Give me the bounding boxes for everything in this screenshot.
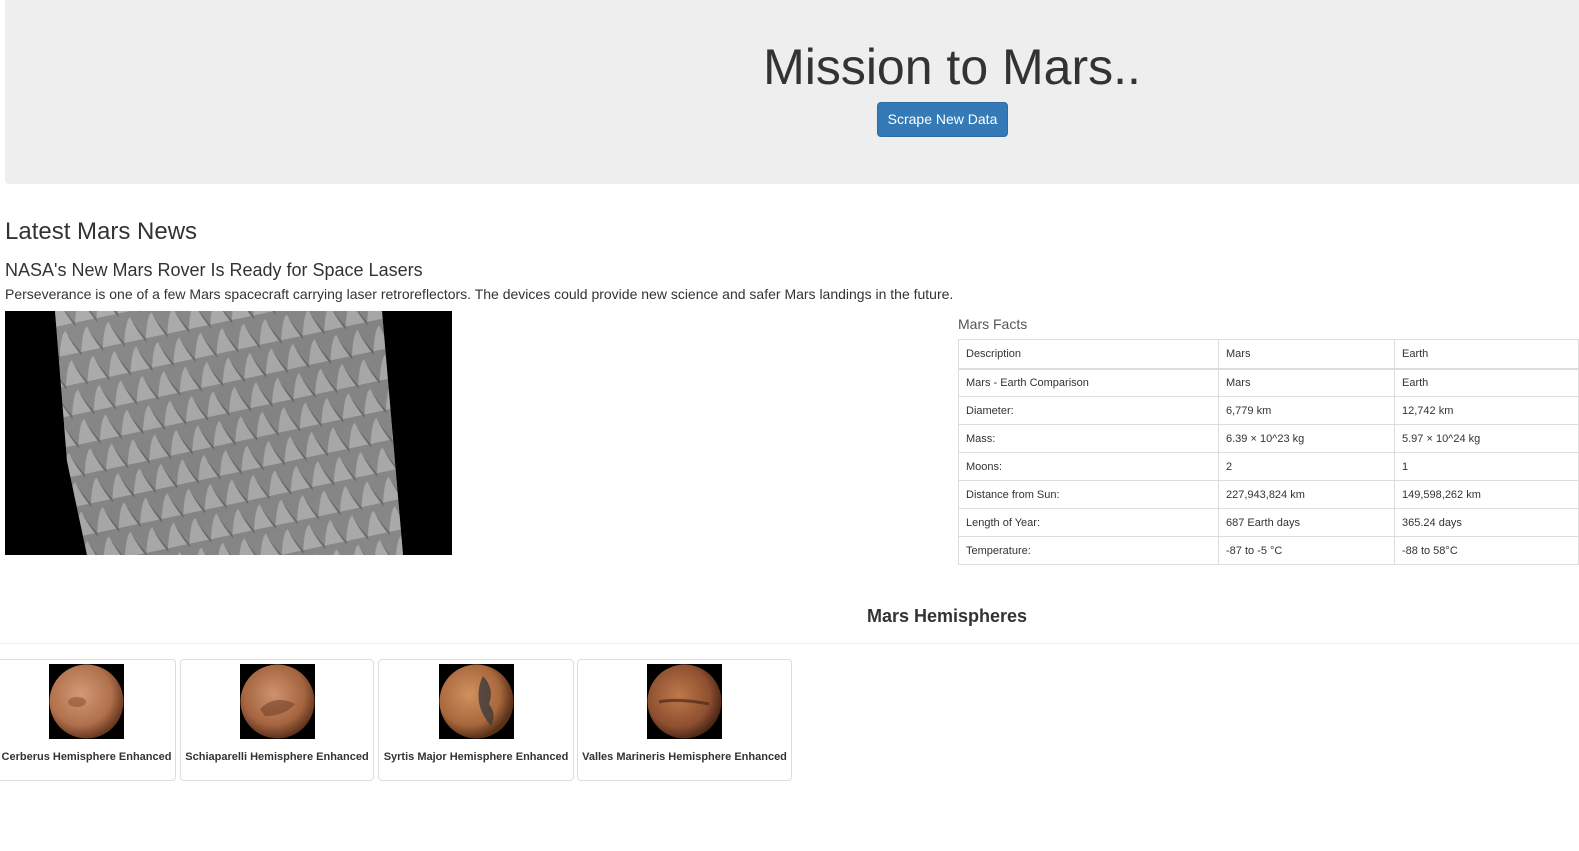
page-title-text: Mission to Mars..	[763, 39, 1141, 95]
table-cell: 5.97 × 10^24 kg	[1394, 424, 1579, 453]
syrtis-major-hemisphere-image[interactable]	[439, 664, 514, 739]
mars-dunes-image	[5, 311, 452, 555]
schiaparelli-hemisphere-image[interactable]	[240, 664, 315, 739]
table-cell: 687 Earth days	[1218, 508, 1395, 537]
column-header: Earth	[1394, 339, 1579, 370]
hemisphere-title[interactable]: Cerberus Hemisphere Enhanced	[0, 751, 175, 763]
table-cell: Mass:	[958, 424, 1219, 453]
table-cell: -88 to 58°C	[1394, 536, 1579, 565]
table-cell: 1	[1394, 452, 1579, 481]
table-row: Length of Year: 687 Earth days 365.24 da…	[958, 508, 1579, 537]
table-row: Mars - Earth Comparison Mars Earth	[958, 368, 1579, 397]
table-cell: Temperature:	[958, 536, 1219, 565]
table-cell: Mars - Earth Comparison	[958, 368, 1219, 397]
mars-hemispheres-heading: Mars Hemispheres	[866, 606, 1028, 626]
jumbotron-header: Mission to Mars..	[5, 0, 1579, 184]
table-header-row: Description Mars Earth	[958, 339, 1579, 370]
table-row: Mass: 6.39 × 10^23 kg 5.97 × 10^24 kg	[958, 424, 1579, 453]
scrape-new-data-button[interactable]: Scrape New Data	[877, 102, 1008, 137]
table-cell: Diameter:	[958, 396, 1219, 425]
table-cell: 149,598,262 km	[1394, 480, 1579, 509]
table-cell: 227,943,824 km	[1218, 480, 1395, 509]
hemisphere-card-syrtis-major[interactable]: Syrtis Major Hemisphere Enhanced	[378, 659, 574, 781]
latest-news-heading: Latest Mars News	[5, 218, 198, 245]
table-cell: Mars	[1218, 368, 1395, 397]
table-cell: 2	[1218, 452, 1395, 481]
hemisphere-title[interactable]: Valles Marineris Hemisphere Enhanced	[578, 751, 791, 763]
hemisphere-title[interactable]: Schiaparelli Hemisphere Enhanced	[181, 751, 373, 763]
table-cell: -87 to -5 °C	[1218, 536, 1395, 565]
news-teaser: Perseverance is one of a few Mars spacec…	[5, 286, 954, 302]
table-cell: 6.39 × 10^23 kg	[1218, 424, 1395, 453]
mars-facts-caption: Mars Facts	[958, 316, 1028, 332]
column-header: Description	[958, 339, 1219, 370]
table-cell: Earth	[1394, 368, 1579, 397]
table-row: Temperature: -87 to -5 °C -88 to 58°C	[958, 536, 1579, 565]
table-row: Diameter: 6,779 km 12,742 km	[958, 396, 1579, 425]
hemispheres-divider	[0, 643, 1579, 644]
mars-facts-table: Description Mars Earth Mars - Earth Comp…	[958, 339, 1579, 565]
table-cell: Distance from Sun:	[958, 480, 1219, 509]
hemisphere-title[interactable]: Syrtis Major Hemisphere Enhanced	[379, 751, 573, 763]
table-cell: 365.24 days	[1394, 508, 1579, 537]
featured-mars-image	[5, 311, 452, 555]
table-cell: Length of Year:	[958, 508, 1219, 537]
page-title: Mission to Mars..	[5, 38, 1579, 96]
hemisphere-card-valles-marineris[interactable]: Valles Marineris Hemisphere Enhanced	[577, 659, 792, 781]
valles-marineris-hemisphere-image[interactable]	[647, 664, 722, 739]
table-cell: 6,779 km	[1218, 396, 1395, 425]
cerberus-hemisphere-image[interactable]	[49, 664, 124, 739]
table-row: Distance from Sun: 227,943,824 km 149,59…	[958, 480, 1579, 509]
table-cell: 12,742 km	[1394, 396, 1579, 425]
table-cell: Moons:	[958, 452, 1219, 481]
news-title: NASA's New Mars Rover Is Ready for Space…	[5, 260, 423, 280]
column-header: Mars	[1218, 339, 1395, 370]
hemisphere-card-cerberus[interactable]: Cerberus Hemisphere Enhanced	[0, 659, 176, 781]
hemisphere-card-schiaparelli[interactable]: Schiaparelli Hemisphere Enhanced	[180, 659, 374, 781]
table-row: Moons: 2 1	[958, 452, 1579, 481]
